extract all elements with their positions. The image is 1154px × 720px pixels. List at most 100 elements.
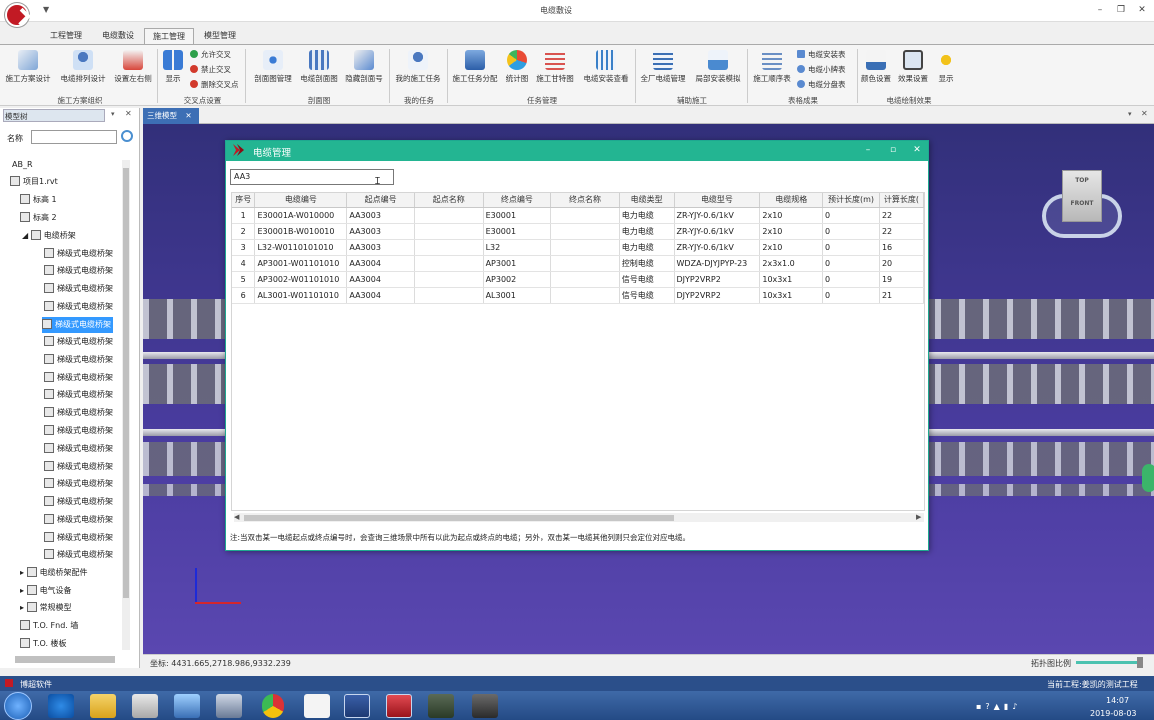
scale-slider[interactable]	[1076, 661, 1138, 664]
table-cell[interactable]: 控制电缆	[619, 255, 675, 272]
close-button[interactable]: ✕	[1132, 3, 1152, 17]
tab-cable-laying[interactable]: 电缆敷设	[92, 28, 144, 44]
tree-item[interactable]: ▸ 常规模型	[20, 600, 72, 616]
my-task-button[interactable]: 我的施工任务	[391, 48, 445, 88]
hide-section-button[interactable]: 隐藏剖面号	[342, 48, 386, 88]
table-cell[interactable]: AA3003	[346, 239, 415, 256]
ie-icon[interactable]	[48, 694, 74, 718]
table-cell[interactable]: 22	[879, 207, 924, 224]
tree-item[interactable]: ▸ 电气设备	[20, 583, 72, 599]
scale-slider-handle[interactable]	[1137, 657, 1143, 668]
tag-table-option[interactable]: 电缆小牌表	[797, 63, 846, 75]
col-header[interactable]: 电缆类型	[619, 193, 675, 208]
table-cell[interactable]: 2x10	[759, 239, 824, 256]
explorer-icon[interactable]	[90, 694, 116, 718]
view-close-icon[interactable]: ✕	[1141, 109, 1148, 118]
tree-item[interactable]: 梯级式电缆桥架	[44, 423, 113, 439]
tree-item[interactable]: 梯级式电缆桥架	[44, 281, 113, 297]
tree-item[interactable]: 梯级式电缆桥架	[44, 334, 113, 350]
tree-item[interactable]: 梯级式电缆桥架	[44, 352, 113, 368]
tree-item[interactable]: 梯级式电缆桥架	[44, 370, 113, 386]
tree-item[interactable]: 梯级式电缆桥架	[44, 405, 113, 421]
table-row[interactable]: 5 AP3002-W01101010 AA3004 AP3002 信号电缆 DJYP2VR…	[232, 271, 924, 288]
sequence-table-button[interactable]: 施工顺序表	[749, 48, 795, 88]
table-cell[interactable]	[414, 223, 484, 240]
app-icon[interactable]	[132, 694, 158, 718]
cable-search-input[interactable]: AA3	[230, 169, 394, 185]
col-header[interactable]: 起点编号	[346, 193, 415, 208]
table-cell[interactable]	[550, 207, 620, 224]
table-cell[interactable]	[414, 287, 484, 304]
tree-item[interactable]: 梯级式电缆桥架	[44, 476, 113, 492]
table-row[interactable]: 1 E30001A-W010000 AA3003 E30001 电力电缆 ZR-YJY-0…	[232, 207, 924, 224]
table-cell[interactable]: 0	[822, 287, 880, 304]
table-cell[interactable]: ZR-YJY-0.6/1kV	[674, 239, 761, 256]
table-row[interactable]: 6 AL3001-W01101010 AA3004 AL3001 信号电缆 DJYP2VR…	[232, 287, 924, 304]
tree-item[interactable]: AB_R	[12, 157, 33, 173]
table-cell[interactable]	[414, 271, 484, 288]
table-row[interactable]: 4 AP3001-W01101010 AA3004 AP3001 控制电缆 WDZA-DJ…	[232, 255, 924, 272]
display-button[interactable]: 显示	[933, 48, 959, 88]
table-cell[interactable]: 20	[879, 255, 924, 272]
table-cell[interactable]	[550, 287, 620, 304]
cable-arrange-button[interactable]: 电缆排列设计	[56, 48, 110, 88]
table-cell[interactable]: 5	[232, 271, 256, 288]
dialog-minimize-button[interactable]: –	[860, 143, 876, 158]
table-cell[interactable]: ZR-YJY-0.6/1kV	[674, 223, 761, 240]
chrome-icon[interactable]	[262, 694, 284, 718]
tree-item[interactable]: 梯级式电缆桥架	[44, 263, 113, 279]
tree-item[interactable]: T.O. 楼板	[20, 636, 67, 652]
name-search-input[interactable]	[31, 130, 117, 144]
table-cell[interactable]: 电力电缆	[619, 207, 675, 224]
table-cell[interactable]: 6	[232, 287, 256, 304]
table-cell[interactable]: 电力电缆	[619, 223, 675, 240]
effect-setting-button[interactable]: 效果设置	[895, 48, 931, 88]
tree-item-selected[interactable]: 梯级式电缆桥架	[42, 317, 113, 333]
gantt-button[interactable]: 施工甘特图	[533, 48, 577, 88]
table-cell[interactable]: 4	[232, 255, 256, 272]
tree-item[interactable]: 梯级式电缆桥架	[44, 547, 113, 563]
allow-cross-option[interactable]: 允许交叉	[190, 48, 231, 60]
tree-item[interactable]: 梯级式电缆桥架	[44, 530, 113, 546]
col-header[interactable]: 计算长度(	[879, 193, 924, 208]
cable-app-icon[interactable]	[386, 694, 412, 718]
reel-table-option[interactable]: 电缆分盘表	[797, 78, 846, 90]
side-setting-button[interactable]: 设置左右侧	[111, 48, 155, 88]
plant-cable-button[interactable]: 全厂电缆管理	[637, 48, 689, 88]
app-icon[interactable]	[472, 694, 498, 718]
scroll-left-icon[interactable]: ◀	[234, 513, 239, 521]
tab-close-icon[interactable]: ✕	[185, 111, 191, 120]
app-icon[interactable]	[174, 694, 200, 718]
table-cell[interactable]	[550, 239, 620, 256]
table-cell[interactable]: 3	[232, 239, 256, 256]
minimize-button[interactable]: –	[1090, 3, 1110, 17]
cable-section-button[interactable]: 电缆剖面图	[297, 48, 341, 88]
table-cell[interactable]	[414, 207, 484, 224]
table-cell[interactable]: AA3004	[346, 255, 415, 272]
tree-item[interactable]: 标高 2	[20, 210, 57, 226]
table-cell[interactable]: AA3004	[346, 287, 415, 304]
dialog-close-button[interactable]: ✕	[909, 143, 925, 158]
tree-item[interactable]: 梯级式电缆桥架	[44, 459, 113, 475]
tree-item[interactable]: T.O. Fnd. 墙	[20, 618, 78, 634]
start-button[interactable]	[4, 692, 32, 720]
table-cell[interactable]: 0	[822, 239, 880, 256]
table-cell[interactable]: AA3003	[346, 207, 415, 224]
table-cell[interactable]: AP3002-W01101010	[254, 271, 348, 288]
tree-item[interactable]: 梯级式电缆桥架	[44, 387, 113, 403]
file-icon[interactable]	[304, 694, 330, 718]
col-header[interactable]: 电缆型号	[674, 193, 761, 208]
col-header[interactable]: 序号	[232, 193, 256, 208]
table-cell[interactable]: 21	[879, 287, 924, 304]
install-table-option[interactable]: 电缆安装表	[797, 48, 846, 60]
table-cell[interactable]: 22	[879, 223, 924, 240]
table-cell[interactable]: 0	[822, 207, 880, 224]
app-logo-icon[interactable]	[5, 3, 29, 27]
view-dropdown-icon[interactable]: ▾	[1128, 110, 1132, 118]
table-cell[interactable]: AA3004	[346, 271, 415, 288]
table-cell[interactable]: DJYP2VRP2	[674, 287, 761, 304]
table-cell[interactable]: AP3001	[483, 255, 552, 272]
app-icon[interactable]	[428, 694, 454, 718]
table-cell[interactable]: E30001	[483, 207, 552, 224]
table-cell[interactable]: AL3001-W01101010	[254, 287, 348, 304]
